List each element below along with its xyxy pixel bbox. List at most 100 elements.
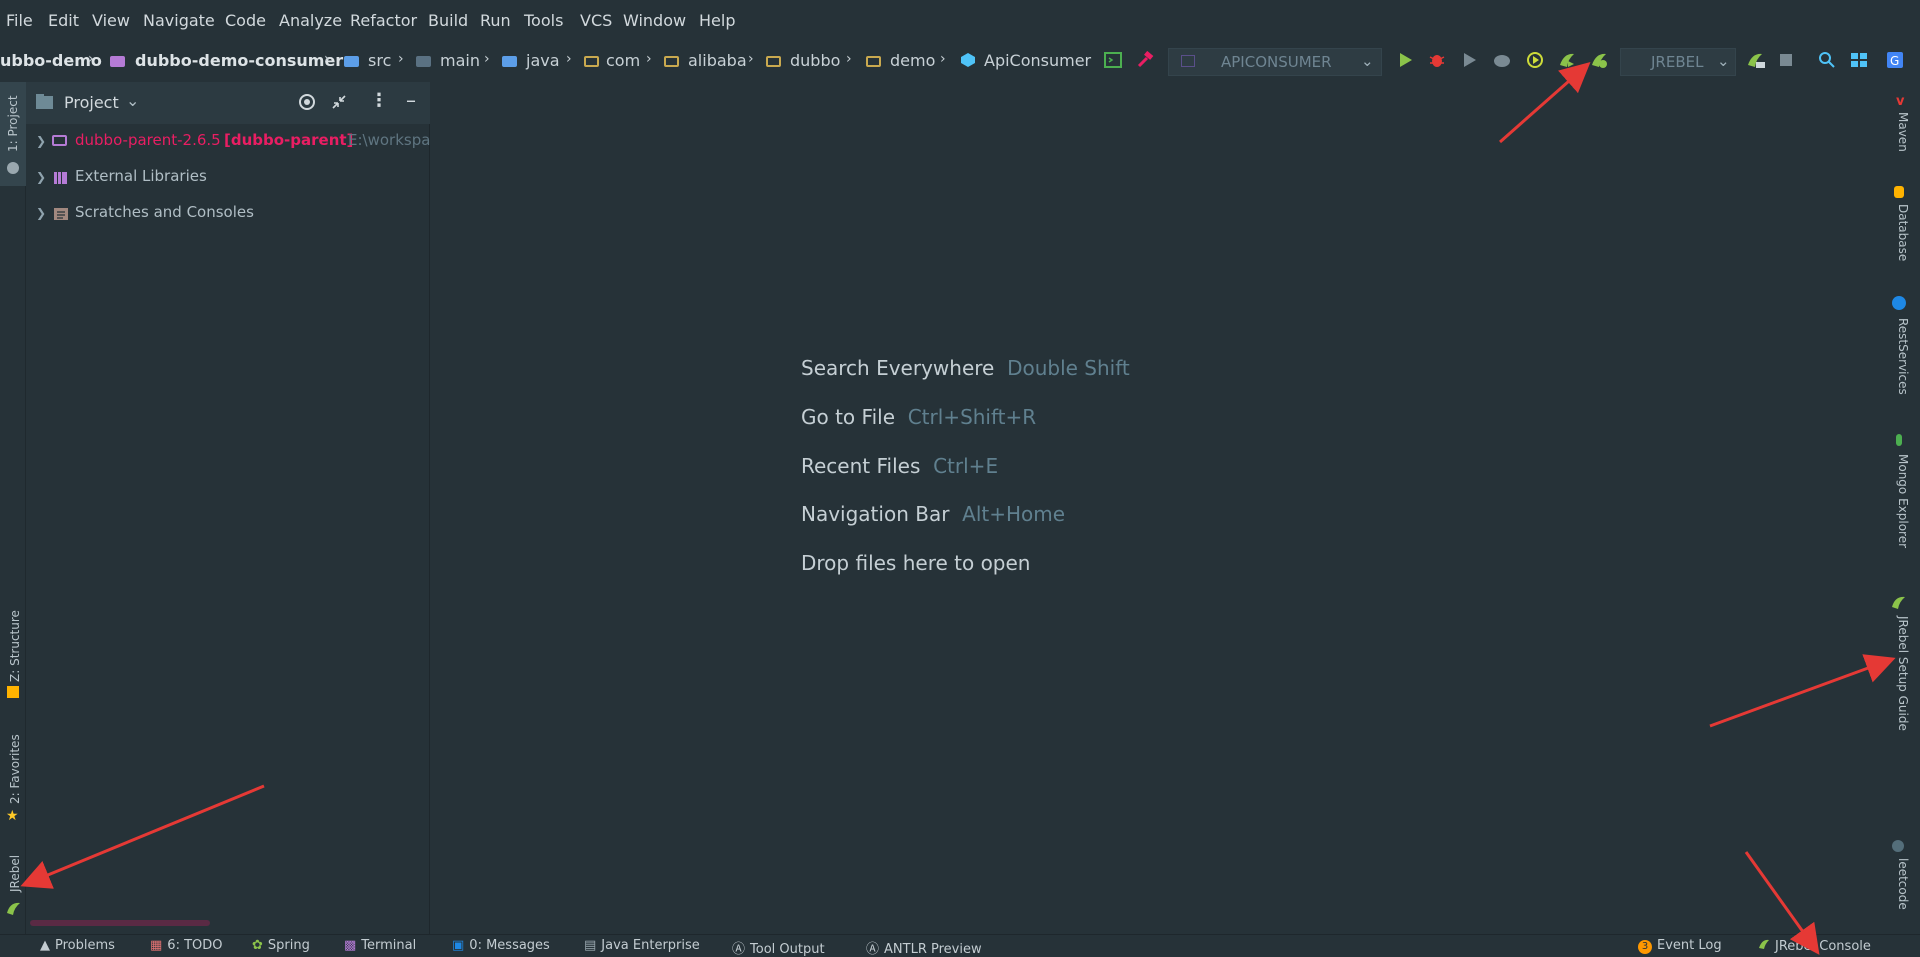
expand-arrow-icon[interactable]: ❯ — [36, 170, 46, 184]
editor-empty-area[interactable]: Search Everywhere Double Shift Go to Fil… — [431, 82, 1880, 934]
menu-bar: File Edit View Navigate Code Analyze Ref… — [0, 0, 1920, 42]
hint-navigation-bar: Navigation Bar Alt+Home — [801, 502, 1065, 526]
expand-arrow-icon[interactable]: ❯ — [36, 134, 46, 148]
search-icon[interactable] — [1818, 51, 1836, 73]
event-log-button[interactable]: 3 Event Log — [1638, 938, 1722, 954]
menu-refactor[interactable]: Refactor — [350, 11, 417, 30]
menu-help[interactable]: Help — [699, 11, 735, 30]
breadcrumb-alibaba[interactable]: alibaba — [688, 51, 747, 70]
hint-drop-files: Drop files here to open — [801, 551, 1030, 575]
tool-tab-favorites[interactable]: 2: Favorites — [8, 734, 22, 804]
translate-icon[interactable]: G — [1886, 51, 1906, 73]
menu-file[interactable]: File — [6, 11, 33, 30]
run-coverage-icon[interactable] — [1460, 51, 1478, 73]
hint-go-to-file: Go to File Ctrl+Shift+R — [801, 405, 1036, 429]
tool-tab-spring[interactable]: ✿ Spring — [252, 938, 310, 953]
hint-shortcut: Alt+Home — [962, 502, 1066, 526]
menu-analyze[interactable]: Analyze — [279, 11, 342, 30]
project-view-title[interactable]: Project — [64, 93, 119, 112]
breadcrumb-com[interactable]: com — [606, 51, 640, 70]
application-icon — [1181, 55, 1195, 67]
tool-tab-leetcode[interactable]: leetcode — [1896, 858, 1910, 910]
tree-item-label: External Libraries — [75, 167, 207, 185]
hide-panel-icon[interactable]: – — [406, 88, 416, 112]
tool-tab-structure[interactable]: Z: Structure — [8, 610, 22, 682]
menu-view[interactable]: View — [92, 11, 130, 30]
run-icon[interactable] — [1396, 51, 1414, 73]
jrebel-icon — [1890, 594, 1906, 614]
tool-tab-jrebel-setup-guide[interactable]: JRebel Setup Guide — [1896, 616, 1910, 731]
chevron-down-icon: ⌄ — [1717, 52, 1730, 70]
jrebel-configuration-select[interactable]: JREBEL ⌄ — [1620, 48, 1736, 76]
menu-build[interactable]: Build — [428, 11, 468, 30]
mongo-leaf-icon — [1896, 434, 1902, 446]
tree-item-external-libraries[interactable]: ❯ External Libraries — [26, 162, 430, 192]
breadcrumb-class[interactable]: ApiConsumer — [984, 51, 1091, 70]
tool-tab-maven[interactable]: Maven — [1896, 112, 1910, 152]
tree-item-scratches[interactable]: ❯ Scratches and Consoles — [26, 198, 430, 228]
tool-tab-java-enterprise[interactable]: ▤ Java Enterprise — [584, 938, 700, 953]
chevron-down-icon: ⌄ — [1361, 52, 1374, 70]
tool-tab-problems[interactable]: ▲ Problems — [40, 938, 115, 953]
chevron-right-icon: › — [748, 51, 754, 67]
menu-navigate[interactable]: Navigate — [143, 11, 215, 30]
hint-shortcut: Ctrl+Shift+R — [907, 405, 1037, 429]
tool-tab-terminal[interactable]: ▩ Terminal — [344, 938, 416, 953]
terminal-icon[interactable] — [1104, 51, 1122, 73]
build-hammer-icon[interactable] — [1136, 50, 1154, 73]
horizontal-scrollbar[interactable] — [30, 920, 210, 926]
profiler-icon[interactable] — [1492, 51, 1512, 73]
message-icon: ▣ — [452, 938, 465, 953]
menu-edit[interactable]: Edit — [48, 11, 79, 30]
tree-item-dubbo-parent[interactable]: ❯ dubbo-parent-2.6.5 [dubbo-parent] E:\w… — [26, 126, 430, 156]
left-tool-window-bar: 1: Project Z: Structure 2: Favorites ★ J… — [0, 82, 26, 934]
tool-tab-tool-output[interactable]: Ⓐ Tool Output — [732, 938, 825, 957]
breadcrumb-demo[interactable]: demo — [890, 51, 935, 70]
project-tab-icon — [7, 162, 19, 174]
project-structure-icon[interactable] — [1850, 51, 1868, 73]
hint-search-everywhere: Search Everywhere Double Shift — [801, 356, 1130, 380]
jrebel-debug-icon[interactable] — [1590, 51, 1608, 73]
tool-tab-rest-services[interactable]: RestServices — [1896, 318, 1910, 395]
warning-icon: ▲ — [40, 938, 50, 953]
jrebel-update-icon[interactable] — [1746, 51, 1766, 73]
spring-leaf-icon: ✿ — [252, 938, 263, 953]
tool-tab-database[interactable]: Database — [1896, 204, 1910, 261]
run-configuration-select[interactable]: APICONSUMER ⌄ — [1168, 48, 1382, 76]
chevron-down-icon[interactable]: ⌄ — [126, 91, 139, 110]
hint-recent-files: Recent Files Ctrl+E — [801, 454, 998, 478]
jrebel-console-button[interactable]: JRebel Console — [1758, 938, 1871, 954]
run-with-timer-icon[interactable] — [1526, 51, 1544, 73]
module-folder-icon — [110, 56, 125, 67]
run-configuration-label: APICONSUMER — [1221, 53, 1332, 71]
jrebel-run-icon[interactable] — [1558, 51, 1576, 73]
package-icon — [866, 56, 881, 67]
breadcrumb-dubbo[interactable]: dubbo — [790, 51, 840, 70]
collapse-all-icon[interactable] — [330, 93, 348, 115]
tool-tab-project[interactable]: 1: Project — [6, 95, 20, 152]
star-icon: ★ — [6, 808, 19, 824]
menu-code[interactable]: Code — [225, 11, 266, 30]
tool-tab-mongo-explorer[interactable]: Mongo Explorer — [1896, 454, 1910, 548]
more-options-icon[interactable]: ⋮ — [370, 90, 388, 111]
tool-tab-jrebel[interactable]: JRebel — [8, 855, 22, 892]
tool-tab-antlr-preview[interactable]: Ⓐ ANTLR Preview — [866, 938, 982, 957]
project-view-icon — [36, 94, 54, 114]
breadcrumb-src[interactable]: src — [368, 51, 391, 70]
menu-tools[interactable]: Tools — [524, 11, 563, 30]
debug-bug-icon[interactable] — [1428, 51, 1446, 73]
breadcrumb-project[interactable]: ubbo-demo — [0, 51, 102, 70]
breadcrumb-main[interactable]: main — [440, 51, 480, 70]
menu-run[interactable]: Run — [480, 11, 511, 30]
expand-arrow-icon[interactable]: ❯ — [36, 206, 46, 220]
tool-tab-todo[interactable]: ▦ 6: TODO — [150, 938, 223, 953]
structure-tab-icon — [7, 686, 19, 698]
breadcrumb-java[interactable]: java — [526, 51, 560, 70]
locate-target-icon[interactable] — [298, 93, 316, 115]
tool-tab-messages[interactable]: ▣ 0: Messages — [452, 938, 550, 953]
jrebel-configuration-label: JREBEL — [1651, 53, 1704, 71]
stop-icon[interactable] — [1778, 51, 1794, 71]
menu-vcs[interactable]: VCS — [580, 11, 612, 30]
menu-window[interactable]: Window — [623, 11, 686, 30]
breadcrumb-module[interactable]: dubbo-demo-consumer — [135, 51, 343, 70]
